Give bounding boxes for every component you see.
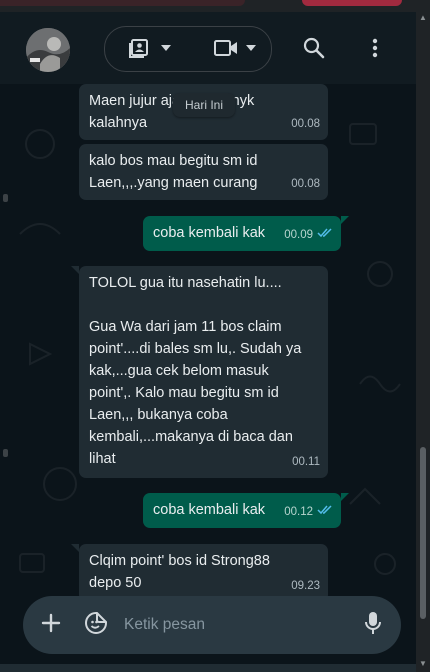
more-vert-icon bbox=[372, 38, 378, 58]
message-time: 00.08 bbox=[291, 118, 320, 130]
message-meta: 00.08 bbox=[291, 113, 320, 135]
scroll-down-arrow[interactable]: ▼ bbox=[419, 660, 427, 668]
message-meta: 09.23 bbox=[291, 575, 320, 597]
message-text: TOLOL gua itu nasehatin lu.... Gua Wa da… bbox=[89, 275, 302, 467]
search-icon bbox=[303, 37, 325, 59]
microphone-icon bbox=[365, 611, 381, 640]
media-gallery-icon bbox=[129, 37, 151, 59]
message-composer: Ketik pesan bbox=[0, 596, 416, 672]
bubble-tail bbox=[71, 266, 79, 274]
sticker-button[interactable] bbox=[79, 596, 113, 654]
message-text: kalo bos mau begitu sm id Laen,,,.yang m… bbox=[89, 153, 258, 191]
plus-icon bbox=[41, 613, 61, 638]
edge-mark bbox=[3, 449, 8, 457]
scroll-thumb[interactable] bbox=[420, 447, 426, 619]
message-bubble-incoming[interactable]: TOLOL gua itu nasehatin lu.... Gua Wa da… bbox=[71, 266, 328, 478]
contact-avatar-icon[interactable] bbox=[26, 28, 70, 72]
scroll-up-arrow[interactable]: ▲ bbox=[419, 14, 427, 22]
read-ticks-icon bbox=[317, 501, 333, 523]
message-time: 00.09 bbox=[284, 229, 313, 241]
bottom-bar bbox=[0, 664, 416, 672]
video-call-icon bbox=[214, 39, 238, 57]
bubble-tail bbox=[341, 216, 349, 224]
chevron-down-icon bbox=[246, 45, 256, 51]
sticker-icon bbox=[84, 611, 108, 640]
read-ticks-icon bbox=[317, 224, 333, 246]
voice-record-button[interactable] bbox=[356, 596, 390, 654]
bubble-tail bbox=[341, 493, 349, 501]
message-meta: 00.12 bbox=[284, 501, 333, 523]
message-meta: 00.11 bbox=[292, 451, 320, 473]
left-edge-marks bbox=[0, 84, 12, 604]
message-bubble-outgoing[interactable]: coba kembali kak 00.09 bbox=[143, 216, 349, 251]
message-meta: 00.09 bbox=[284, 224, 333, 246]
video-call-button[interactable] bbox=[205, 26, 265, 70]
more-options-button[interactable] bbox=[358, 26, 392, 70]
search-button[interactable] bbox=[293, 26, 335, 70]
attach-button[interactable] bbox=[33, 596, 69, 654]
window-top-strip bbox=[0, 0, 430, 12]
message-list[interactable]: Maen jujur aja, bos gonyk kalahnya 00.08… bbox=[0, 84, 416, 604]
scrollbar[interactable]: ▲ ▼ bbox=[416, 12, 430, 672]
message-time: 00.11 bbox=[292, 456, 320, 468]
message-time: 00.08 bbox=[291, 178, 320, 190]
message-time: 09.23 bbox=[291, 580, 320, 592]
window-tab-shadow bbox=[0, 0, 245, 6]
message-bubble-incoming[interactable]: kalo bos mau begitu sm id Laen,,,.yang m… bbox=[79, 144, 328, 200]
window-tab-highlight bbox=[302, 0, 402, 6]
message-text: Clqim point' bos id Strong88 depo 50 bbox=[89, 553, 270, 591]
chevron-down-icon bbox=[161, 45, 171, 51]
chat-header bbox=[0, 12, 416, 84]
message-meta: 00.08 bbox=[291, 173, 320, 195]
bubble-tail bbox=[71, 544, 79, 552]
media-gallery-button[interactable] bbox=[120, 26, 180, 70]
edge-mark bbox=[3, 194, 8, 202]
message-bubble-outgoing[interactable]: coba kembali kak 00.12 bbox=[143, 493, 349, 528]
message-bubble-incoming[interactable]: Clqim point' bos id Strong88 depo 50 09.… bbox=[71, 544, 328, 602]
message-time: 00.12 bbox=[284, 506, 313, 518]
message-input[interactable]: Ketik pesan bbox=[124, 596, 205, 654]
date-chip: Hari Ini bbox=[173, 93, 236, 117]
composer-box: Ketik pesan bbox=[23, 596, 401, 654]
